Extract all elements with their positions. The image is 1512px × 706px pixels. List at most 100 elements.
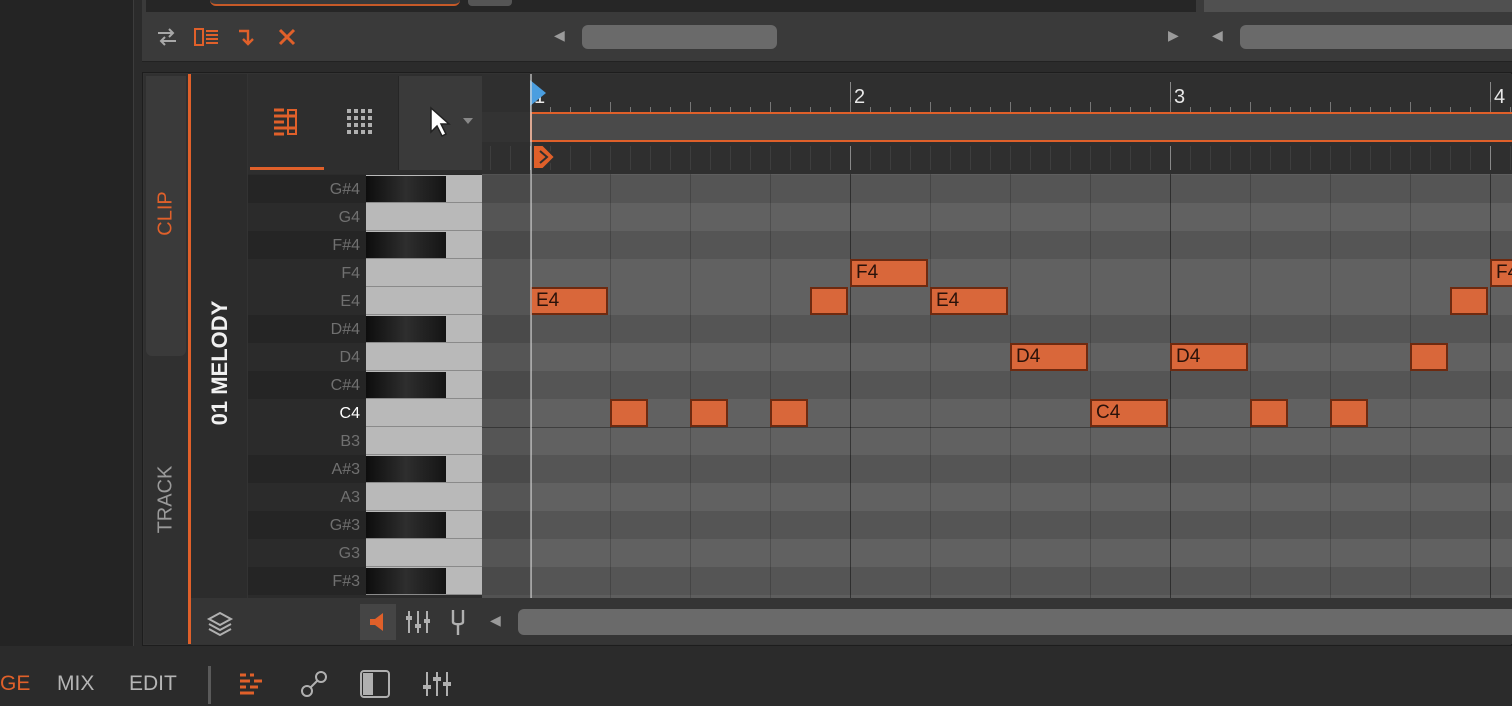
clip-lane-tick — [1030, 146, 1031, 170]
midi-note[interactable] — [810, 287, 848, 315]
clip-list-icon[interactable] — [192, 23, 222, 51]
clip-lane-tick — [590, 146, 591, 170]
clip-lane-tick — [690, 146, 691, 170]
arranger-scrollbar-right[interactable] — [1240, 25, 1512, 49]
close-icon[interactable] — [272, 23, 302, 51]
midi-note[interactable]: D4 — [1170, 343, 1248, 371]
clip-lane-tick — [1310, 146, 1311, 170]
midi-note[interactable] — [1410, 343, 1448, 371]
arranger-scrollbar[interactable] — [582, 25, 777, 49]
timeline-ruler[interactable]: 1234 — [482, 74, 1512, 112]
clip-lane-tick — [570, 146, 571, 170]
midi-note[interactable] — [1330, 399, 1368, 427]
piano-key-row[interactable]: F4 — [248, 259, 482, 287]
clip-lane-tick — [850, 146, 851, 170]
speaker-button[interactable] — [360, 604, 396, 640]
clip-lane — [482, 142, 1512, 174]
piano-key-row[interactable]: G#3 — [248, 511, 482, 539]
midi-note[interactable] — [770, 399, 808, 427]
ruler-tick — [610, 102, 611, 112]
insert-arrow-icon[interactable] — [232, 23, 262, 51]
midi-note[interactable]: F4 — [850, 259, 928, 287]
ruler-bar-number: 3 — [1174, 86, 1186, 108]
midi-note[interactable]: F4 — [1490, 259, 1512, 287]
piano-key-row[interactable]: C4 — [248, 399, 482, 427]
scroll-left-icon[interactable]: ◀ — [1212, 27, 1223, 44]
scroll-left-icon[interactable]: ◀ — [490, 612, 501, 629]
piano-key-row[interactable]: G3 — [248, 539, 482, 567]
clip-lane-tick — [510, 146, 511, 170]
clip-lane-tick — [1510, 146, 1511, 170]
clip-lane-tick — [1090, 146, 1091, 170]
device-sliders-icon[interactable] — [422, 670, 452, 703]
swap-arrows-icon[interactable] — [152, 23, 182, 51]
beat-gridline — [1170, 174, 1171, 598]
clip-lane-tick — [650, 146, 651, 170]
tab-clip[interactable]: CLIP — [146, 76, 186, 356]
pointer-tool-button[interactable] — [398, 76, 482, 170]
piano-roll-icon[interactable] — [270, 106, 302, 138]
piano-key-label: G3 — [338, 545, 360, 562]
inspector-panel-icon[interactable] — [360, 670, 390, 703]
midi-note[interactable]: E4 — [930, 287, 1008, 315]
midi-note[interactable] — [1450, 287, 1488, 315]
midi-note[interactable] — [610, 399, 648, 427]
piano-key-row[interactable]: G#4 — [248, 175, 482, 203]
nav-mix[interactable]: MIX — [57, 672, 94, 696]
piano-key-label: B3 — [340, 433, 360, 450]
beat-gridline — [850, 174, 851, 598]
piano-key-row[interactable]: A#3 — [248, 455, 482, 483]
clip-lane-tick — [1290, 146, 1291, 170]
piano-key-row[interactable]: C#4 — [248, 371, 482, 399]
midi-note[interactable]: D4 — [1010, 343, 1088, 371]
automation-icon[interactable] — [300, 670, 328, 703]
note-editor-icon[interactable] — [238, 672, 264, 701]
editor-scrollbar[interactable] — [518, 609, 1512, 635]
ruler-tick — [1410, 102, 1411, 112]
piano-white-key — [366, 287, 482, 315]
midi-note[interactable]: E4 — [530, 287, 608, 315]
scroll-right-icon[interactable]: ▶ — [1168, 27, 1179, 44]
beat-gridline — [1010, 174, 1011, 598]
tuning-fork-icon[interactable] — [446, 608, 470, 641]
piano-white-key — [366, 203, 482, 231]
note-grid[interactable]: E4F4E4D4C4D4F4 — [482, 174, 1512, 598]
piano-key-row[interactable]: F#4 — [248, 231, 482, 259]
nav-edit[interactable]: EDIT — [129, 672, 177, 696]
piano-key-row[interactable]: A3 — [248, 483, 482, 511]
nav-arrange[interactable]: GE — [0, 672, 30, 696]
clip-lane-tick — [1050, 146, 1051, 170]
clip-region-bar[interactable] — [530, 112, 1512, 142]
tab-track[interactable]: TRACK — [146, 400, 186, 600]
piano-key-row[interactable]: G4 — [248, 203, 482, 231]
scroll-left-icon[interactable]: ◀ — [554, 27, 565, 44]
clip-lane-tick — [1130, 146, 1131, 170]
piano-key-row[interactable]: F#3 — [248, 567, 482, 595]
ruler-tick — [850, 102, 851, 112]
pre-clip-area — [482, 174, 530, 598]
note-lane — [482, 315, 1512, 343]
note-lane — [482, 539, 1512, 567]
ruler-tick — [770, 102, 771, 112]
grid-icon[interactable] — [346, 108, 374, 136]
piano-key-label: D#4 — [330, 321, 360, 338]
piano-black-key — [366, 232, 446, 258]
piano-key-label: F#4 — [332, 237, 360, 254]
midi-note[interactable] — [1250, 399, 1288, 427]
ruler-tick — [1330, 102, 1331, 112]
ruler-tick — [1170, 102, 1171, 112]
mixer-icon[interactable] — [404, 608, 432, 641]
piano-key-row[interactable]: B3 — [248, 427, 482, 455]
piano-key-row[interactable]: E4 — [248, 287, 482, 315]
midi-note[interactable] — [690, 399, 728, 427]
piano-black-key — [366, 456, 446, 482]
layers-icon[interactable] — [206, 610, 234, 643]
clip-lane-tick — [810, 146, 811, 170]
clip-start-marker-icon[interactable] — [531, 143, 557, 176]
piano-white-key — [366, 343, 482, 371]
midi-note[interactable]: C4 — [1090, 399, 1168, 427]
piano-key-label: F#3 — [332, 573, 360, 590]
piano-key-row[interactable]: D4 — [248, 343, 482, 371]
clip-lane-tick — [1370, 146, 1371, 170]
piano-key-row[interactable]: D#4 — [248, 315, 482, 343]
